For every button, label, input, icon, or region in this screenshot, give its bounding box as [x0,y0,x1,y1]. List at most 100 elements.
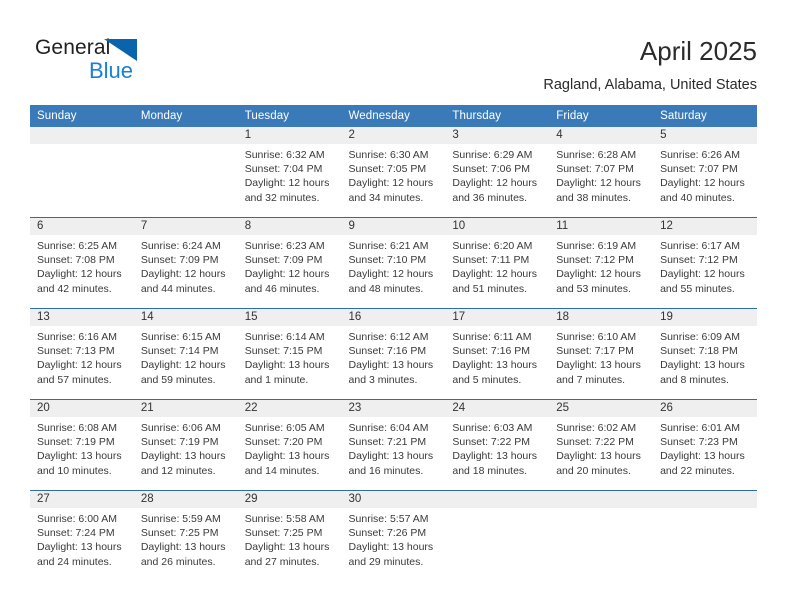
day-number-strip: 24 [445,400,550,417]
sunrise-text: Sunrise: 6:29 AM [452,149,533,161]
day-number-strip: 6 [30,218,134,235]
calendar-day-cell[interactable]: 28 Sunrise: 5:59 AM Sunset: 7:25 PM Dayligh… [133,490,238,581]
calendar-day-cell[interactable]: 2 Sunrise: 6:30 AM Sunset: 7:05 PM Daylight… [341,127,446,218]
daylight-text: Daylight: 13 hours and 5 minutes. [452,359,538,386]
calendar-day-cell[interactable]: 15 Sunrise: 6:14 AM Sunset: 7:15 PM Dayligh… [237,308,342,400]
calendar-day-cell[interactable]: 11 Sunrise: 6:19 AM Sunset: 7:12 PM Dayligh… [549,217,654,309]
sunset-text: Sunset: 7:22 PM [452,436,531,449]
calendar-day-cell[interactable]: 7 Sunrise: 6:24 AM Sunset: 7:09 PM Daylight… [133,217,238,309]
day-number: 16 [348,311,362,323]
sunset-text: Sunset: 7:05 PM [348,163,427,176]
day-number: 1 [244,129,252,141]
day-number: 8 [244,220,252,232]
daylight-text: Daylight: 13 hours and 16 minutes. [348,450,434,477]
day-number: 28 [140,493,154,505]
daylight-text: Daylight: 13 hours and 14 minutes. [244,450,330,477]
calendar-day-cell[interactable]: 10 Sunrise: 6:20 AM Sunset: 7:11 PM Dayligh… [445,217,550,309]
calendar-day-cell[interactable]: 30 Sunrise: 5:57 AM Sunset: 7:26 PM Dayligh… [341,490,446,581]
day-cell-inner: 7 Sunrise: 6:24 AM Sunset: 7:09 PM Daylight… [133,218,238,309]
daylight-text: Daylight: 13 hours and 24 minutes. [37,541,122,568]
day-sun-info: Sunrise: 6:29 AM Sunset: 7:06 PM Daylight:… [445,144,549,205]
day-number: 9 [348,220,355,232]
day-cell-inner: 28 Sunrise: 5:59 AM Sunset: 7:25 PM Dayligh… [133,491,238,581]
day-number-strip: 21 [133,400,238,417]
daylight-text: Daylight: 13 hours and 20 minutes. [556,450,641,477]
sunrise-text: Sunrise: 6:30 AM [348,149,429,161]
day-number-strip: 29 [237,491,342,508]
calendar-day-cell[interactable]: 9 Sunrise: 6:21 AM Sunset: 7:10 PM Daylight… [341,217,446,309]
day-number-strip: 3 [445,127,550,144]
day-number: 13 [37,311,50,323]
calendar-day-cell[interactable]: 5 Sunrise: 6:26 AM Sunset: 7:07 PM Daylight… [653,127,757,218]
daylight-text: Daylight: 13 hours and 7 minutes. [556,359,641,386]
calendar-week-row: 20 Sunrise: 6:08 AM Sunset: 7:19 PM Dayligh… [30,399,757,491]
daylight-text: Daylight: 12 hours and 40 minutes. [660,177,745,204]
calendar-day-cell-empty [653,490,757,581]
weekday-header-wednesday: Wednesday [341,105,446,127]
sunset-text: Sunset: 7:24 PM [37,527,115,540]
day-cell-inner: 4 Sunrise: 6:28 AM Sunset: 7:07 PM Daylight… [549,127,654,217]
sunrise-text: Sunrise: 6:03 AM [452,422,533,434]
calendar-day-cell[interactable]: 27 Sunrise: 6:00 AM Sunset: 7:24 PM Dayligh… [30,490,134,581]
sunset-text: Sunset: 7:16 PM [348,345,427,358]
daylight-text: Daylight: 12 hours and 38 minutes. [556,177,641,204]
sunrise-text: Sunrise: 6:06 AM [140,422,221,434]
calendar-day-cell[interactable]: 29 Sunrise: 5:58 AM Sunset: 7:25 PM Dayligh… [237,490,342,581]
day-number: 10 [452,220,466,232]
day-number-strip: 10 [445,218,550,235]
calendar-day-cell[interactable]: 13 Sunrise: 6:16 AM Sunset: 7:13 PM Dayligh… [30,308,134,400]
day-number-strip: 30 [341,491,446,508]
sunset-text: Sunset: 7:12 PM [556,254,634,267]
calendar-day-cell[interactable]: 6 Sunrise: 6:25 AM Sunset: 7:08 PM Daylight… [30,217,134,309]
calendar-day-cell[interactable]: 16 Sunrise: 6:12 AM Sunset: 7:16 PM Dayligh… [341,308,446,400]
daylight-text: Daylight: 12 hours and 44 minutes. [140,268,226,295]
sunset-text: Sunset: 7:25 PM [244,527,323,540]
day-cell-inner: 11 Sunrise: 6:19 AM Sunset: 7:12 PM Dayligh… [549,218,654,309]
day-number-strip [445,491,550,508]
day-number: 11 [556,220,569,232]
calendar-day-cell[interactable]: 20 Sunrise: 6:08 AM Sunset: 7:19 PM Dayligh… [30,399,134,491]
sunrise-text: Sunrise: 6:00 AM [37,513,117,525]
calendar-day-cell[interactable]: 23 Sunrise: 6:04 AM Sunset: 7:21 PM Dayligh… [341,399,446,491]
day-number [549,491,653,492]
day-sun-info: Sunrise: 5:59 AM Sunset: 7:25 PM Daylight:… [134,508,238,569]
calendar-day-cell[interactable]: 26 Sunrise: 6:01 AM Sunset: 7:23 PM Dayligh… [653,399,757,491]
day-sun-info: Sunrise: 6:19 AM Sunset: 7:12 PM Daylight:… [549,235,653,296]
calendar-day-cell[interactable]: 21 Sunrise: 6:06 AM Sunset: 7:19 PM Dayligh… [133,399,238,491]
calendar-day-cell[interactable]: 8 Sunrise: 6:23 AM Sunset: 7:09 PM Daylight… [237,217,342,309]
sunrise-text: Sunrise: 6:21 AM [348,240,429,252]
day-number: 25 [556,402,570,414]
calendar-day-cell[interactable]: 22 Sunrise: 6:05 AM Sunset: 7:20 PM Dayligh… [237,399,342,491]
calendar-day-cell[interactable]: 4 Sunrise: 6:28 AM Sunset: 7:07 PM Daylight… [549,127,654,218]
calendar-day-cell[interactable]: 25 Sunrise: 6:02 AM Sunset: 7:22 PM Dayligh… [549,399,654,491]
daylight-text: Daylight: 13 hours and 26 minutes. [140,541,226,568]
calendar-day-cell[interactable]: 1 Sunrise: 6:32 AM Sunset: 7:04 PM Daylight… [237,127,342,218]
day-cell-inner: 29 Sunrise: 5:58 AM Sunset: 7:25 PM Dayligh… [237,491,342,581]
sunset-text: Sunset: 7:08 PM [37,254,115,267]
brand-logo[interactable]: General Blue [35,36,275,90]
day-number: 4 [556,129,563,141]
daylight-text: Daylight: 13 hours and 3 minutes. [348,359,434,386]
sunset-text: Sunset: 7:10 PM [348,254,427,267]
calendar-day-cell[interactable]: 19 Sunrise: 6:09 AM Sunset: 7:18 PM Dayligh… [653,308,757,400]
day-number-strip: 9 [341,218,446,235]
calendar-day-cell[interactable]: 12 Sunrise: 6:17 AM Sunset: 7:12 PM Dayligh… [653,217,757,309]
day-number-strip: 17 [445,309,550,326]
calendar-day-cell[interactable]: 14 Sunrise: 6:15 AM Sunset: 7:14 PM Dayligh… [133,308,238,400]
sunset-text: Sunset: 7:25 PM [140,527,219,540]
day-cell-inner: 24 Sunrise: 6:03 AM Sunset: 7:22 PM Dayligh… [445,400,550,491]
daylight-text: Daylight: 12 hours and 34 minutes. [348,177,434,204]
calendar-day-cell[interactable]: 24 Sunrise: 6:03 AM Sunset: 7:22 PM Dayligh… [445,399,550,491]
calendar-day-cell[interactable]: 18 Sunrise: 6:10 AM Sunset: 7:17 PM Dayligh… [549,308,654,400]
day-number: 27 [37,493,50,505]
daylight-text: Daylight: 13 hours and 27 minutes. [244,541,330,568]
daylight-text: Daylight: 13 hours and 12 minutes. [140,450,226,477]
day-sun-info: Sunrise: 6:21 AM Sunset: 7:10 PM Daylight:… [342,235,446,296]
sunrise-text: Sunrise: 6:08 AM [37,422,117,434]
day-number-strip: 13 [30,309,134,326]
day-cell-inner: 12 Sunrise: 6:17 AM Sunset: 7:12 PM Dayligh… [653,218,757,309]
calendar-day-cell[interactable]: 17 Sunrise: 6:11 AM Sunset: 7:16 PM Dayligh… [445,308,550,400]
calendar-day-cell[interactable]: 3 Sunrise: 6:29 AM Sunset: 7:06 PM Daylight… [445,127,550,218]
sunset-text: Sunset: 7:07 PM [556,163,634,176]
day-number-strip [549,491,654,508]
